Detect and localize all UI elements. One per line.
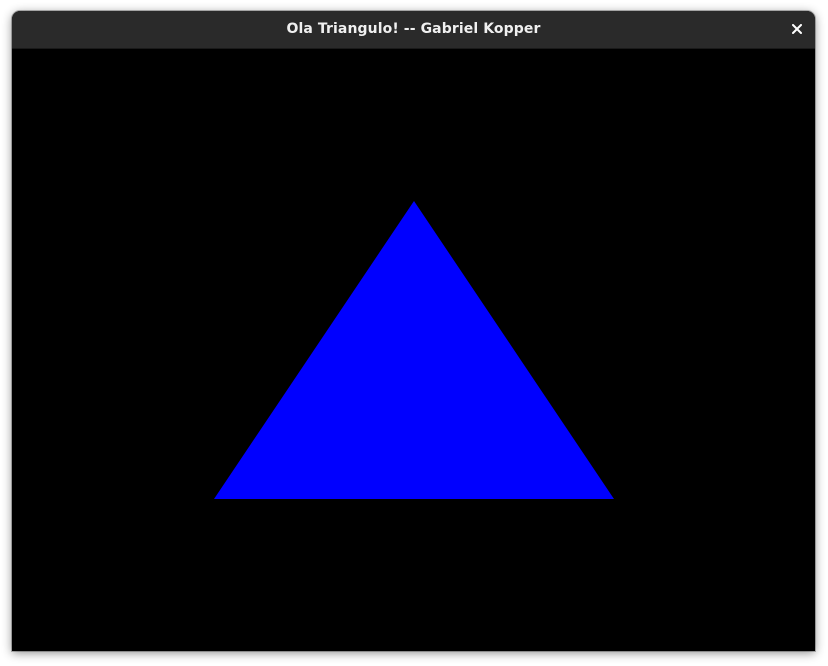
blue-triangle <box>214 201 614 499</box>
close-button[interactable] <box>785 17 809 41</box>
close-icon <box>792 24 802 34</box>
window-title: Ola Triangulo! -- Gabriel Kopper <box>286 21 541 37</box>
render-surface <box>214 201 614 499</box>
app-window: Ola Triangulo! -- Gabriel Kopper <box>12 11 815 651</box>
render-canvas <box>12 49 815 651</box>
title-bar[interactable]: Ola Triangulo! -- Gabriel Kopper <box>12 11 815 49</box>
